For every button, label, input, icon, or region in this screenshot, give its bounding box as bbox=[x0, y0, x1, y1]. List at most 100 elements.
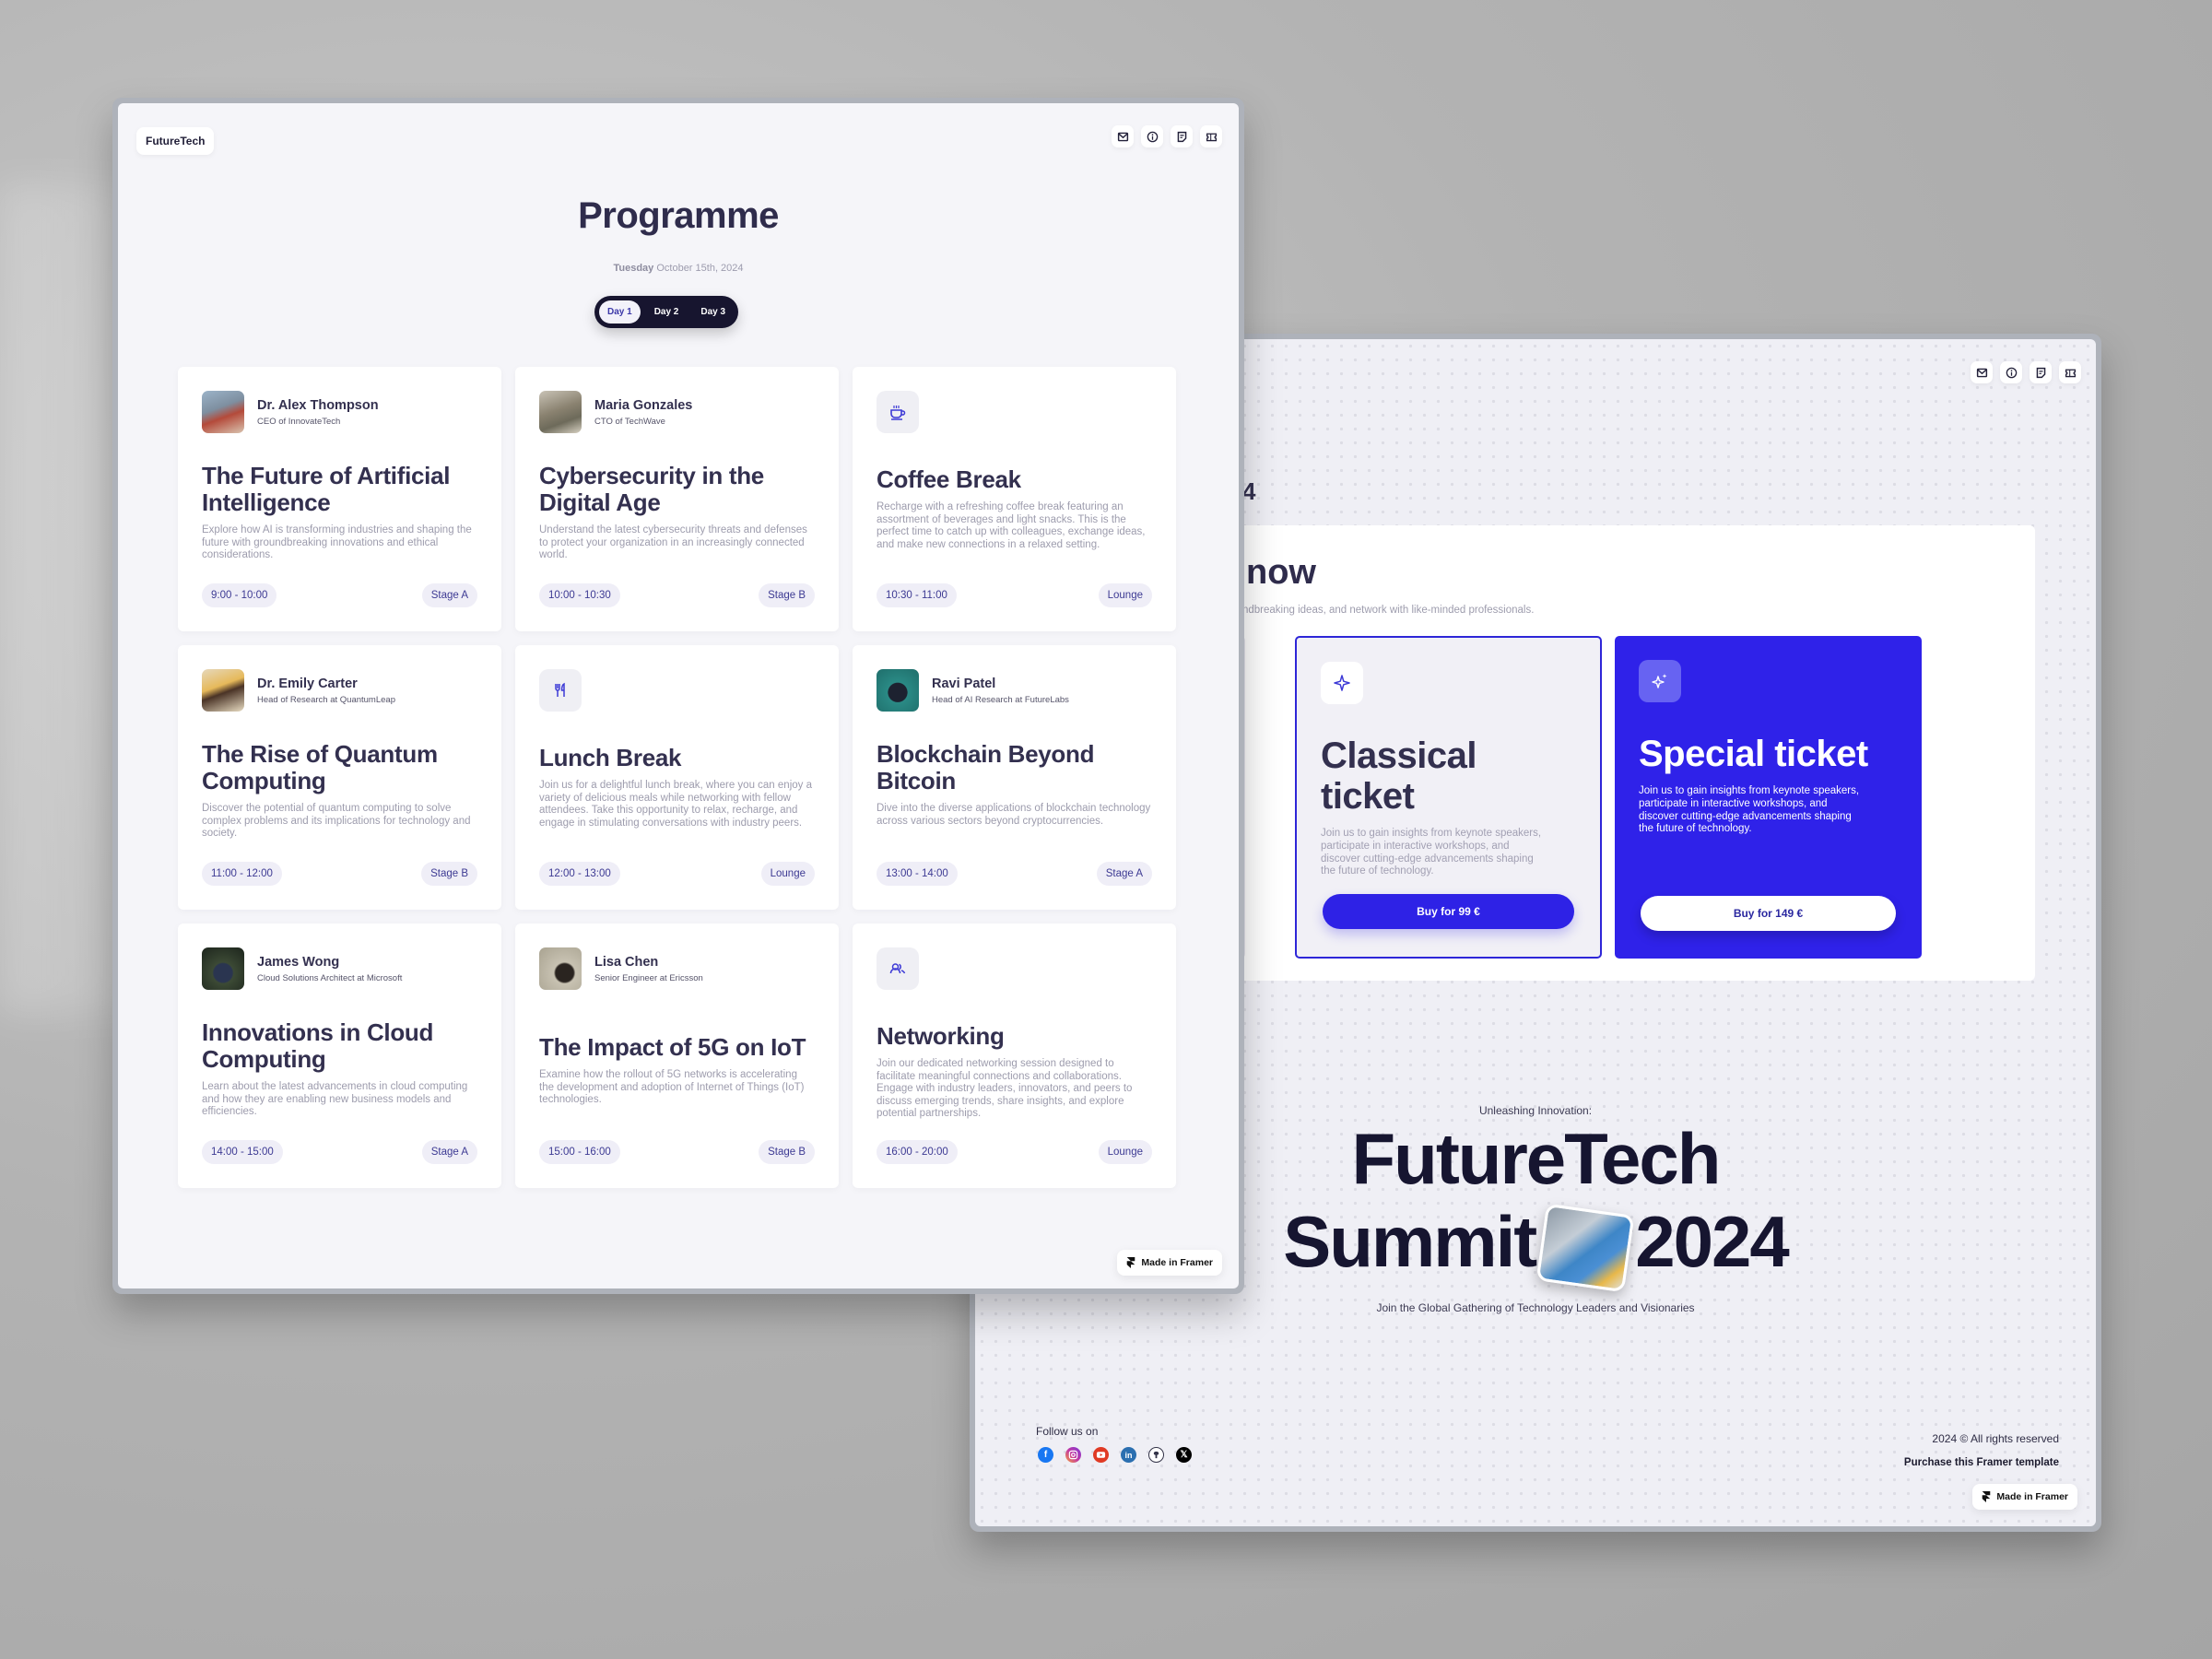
session-location: Stage B bbox=[759, 583, 815, 607]
made-in-framer-label: Made in Framer bbox=[1996, 1491, 2068, 1502]
speaker-name: Dr. Alex Thompson bbox=[257, 397, 379, 413]
ticket-name: Special ticket bbox=[1639, 734, 1868, 774]
speaker-avatar bbox=[539, 947, 582, 990]
programme-page-window: FutureTech Programme Tuesday October 15t… bbox=[112, 98, 1244, 1294]
mail-icon bbox=[1976, 368, 1987, 377]
session-description: Discover the potential of quantum comput… bbox=[202, 803, 471, 839]
speaker-name: Maria Gonzales bbox=[594, 397, 693, 413]
session-title: Innovations in Cloud Computing bbox=[202, 1018, 434, 1073]
session-title: Networking bbox=[877, 1022, 1005, 1050]
tab-day-2[interactable]: Day 2 bbox=[646, 300, 688, 324]
session-card[interactable]: Maria Gonzales CTO of TechWave Cybersecur… bbox=[515, 367, 839, 631]
top-nav-icons bbox=[1971, 361, 2081, 383]
linkedin-icon: in bbox=[1124, 1450, 1133, 1460]
buy-special-button[interactable]: Buy for 149 € bbox=[1641, 896, 1896, 931]
session-title: Cybersecurity in the Digital Age bbox=[539, 462, 764, 516]
ticket-icon bbox=[2065, 369, 2076, 377]
speaker-name: Dr. Emily Carter bbox=[257, 676, 358, 691]
session-time: 16:00 - 20:00 bbox=[877, 1140, 958, 1164]
purchase-template-link[interactable]: Purchase this Framer template bbox=[1904, 1457, 2059, 1468]
x-link[interactable]: 𝕏 bbox=[1176, 1447, 1192, 1463]
sparkle-icon bbox=[1334, 675, 1350, 691]
session-card[interactable]: James Wong Cloud Solutions Architect at M… bbox=[178, 924, 501, 1188]
hero-subtitle: Join the Global Gathering of Technology … bbox=[1376, 1301, 1695, 1314]
note-icon bbox=[1177, 131, 1186, 142]
brand-logo[interactable]: FutureTech bbox=[136, 127, 215, 155]
session-description: Learn about the latest advancements in c… bbox=[202, 1081, 468, 1117]
speaker-avatar bbox=[539, 391, 582, 433]
fork-knife-icon bbox=[555, 682, 565, 697]
notes-button[interactable] bbox=[2030, 361, 2052, 383]
github-link[interactable] bbox=[1148, 1447, 1164, 1463]
tickets-button[interactable] bbox=[2059, 361, 2081, 383]
social-links: f in 𝕏 bbox=[1038, 1447, 1192, 1463]
session-card[interactable]: Lunch Break Join us for a delightful lun… bbox=[515, 645, 839, 910]
break-icon-box bbox=[877, 391, 919, 433]
page-title-fragment: 4 bbox=[1242, 477, 1256, 505]
date-full: October 15th, 2024 bbox=[656, 263, 744, 274]
speaker-info: Ravi Patel Head of AI Research at FutureL… bbox=[877, 669, 1152, 712]
made-in-framer-badge[interactable]: Made in Framer bbox=[1117, 1250, 1222, 1276]
session-card[interactable]: Networking Join our dedicated networking… bbox=[853, 924, 1176, 1188]
facebook-icon: f bbox=[1043, 1450, 1048, 1460]
session-card[interactable]: Lisa Chen Senior Engineer at Ericsson The… bbox=[515, 924, 839, 1188]
page-title: Programme bbox=[578, 195, 779, 236]
session-description: Dive into the diverse applications of bl… bbox=[877, 803, 1151, 827]
session-card[interactable]: Dr. Alex Thompson CEO of InnovateTech The… bbox=[178, 367, 501, 631]
instagram-link[interactable] bbox=[1065, 1447, 1081, 1463]
ticket-icon bbox=[1206, 133, 1217, 141]
buy-classical-button[interactable]: Buy for 99 € bbox=[1323, 894, 1574, 929]
session-location: Stage B bbox=[421, 862, 477, 886]
mail-button[interactable] bbox=[1971, 361, 1993, 383]
speaker-info: James Wong Cloud Solutions Architect at M… bbox=[202, 947, 477, 990]
session-card[interactable]: Ravi Patel Head of AI Research at FutureL… bbox=[853, 645, 1176, 910]
facebook-link[interactable]: f bbox=[1038, 1447, 1053, 1463]
session-time: 14:00 - 15:00 bbox=[202, 1140, 283, 1164]
venue-photo bbox=[1535, 1203, 1635, 1293]
speaker-role: Head of AI Research at FutureLabs bbox=[932, 694, 1069, 705]
info-button[interactable] bbox=[2000, 361, 2022, 383]
speaker-name: James Wong bbox=[257, 954, 340, 970]
session-time: 9:00 - 10:00 bbox=[202, 583, 277, 607]
notes-button[interactable] bbox=[1171, 125, 1193, 147]
info-icon bbox=[2006, 367, 2017, 378]
linkedin-link[interactable]: in bbox=[1121, 1447, 1136, 1463]
copyright-text: 2024 © All rights reserved bbox=[1932, 1432, 2059, 1445]
tickets-heading: now bbox=[1246, 553, 1316, 592]
speaker-avatar bbox=[877, 669, 919, 712]
speaker-avatar bbox=[202, 669, 244, 712]
youtube-icon bbox=[1096, 1452, 1106, 1458]
session-time: 10:00 - 10:30 bbox=[539, 583, 620, 607]
tab-day-1[interactable]: Day 1 bbox=[599, 300, 641, 324]
instagram-icon bbox=[1068, 1450, 1078, 1460]
session-card[interactable]: Coffee Break Recharge with a refreshing … bbox=[853, 367, 1176, 631]
session-title: Coffee Break bbox=[877, 465, 1021, 493]
ticket-card-classical: Classical ticket Join us to gain insight… bbox=[1295, 636, 1602, 959]
tickets-button[interactable] bbox=[1200, 125, 1222, 147]
session-title: The Impact of 5G on IoT bbox=[539, 1033, 806, 1061]
session-time: 13:00 - 14:00 bbox=[877, 862, 958, 886]
session-title: Lunch Break bbox=[539, 744, 682, 771]
session-grid: Dr. Alex Thompson CEO of InnovateTech The… bbox=[178, 367, 1176, 1188]
follow-us-label: Follow us on bbox=[1036, 1425, 1099, 1438]
session-title: The Rise of Quantum Computing bbox=[202, 740, 438, 794]
x-icon: 𝕏 bbox=[1180, 1450, 1188, 1460]
github-icon bbox=[1153, 1451, 1159, 1459]
session-location: Lounge bbox=[760, 862, 815, 886]
session-location: Stage B bbox=[759, 1140, 815, 1164]
session-time: 10:30 - 11:00 bbox=[877, 583, 957, 607]
made-in-framer-badge[interactable]: Made in Framer bbox=[1972, 1484, 2077, 1510]
mail-button[interactable] bbox=[1112, 125, 1134, 147]
session-location: Stage A bbox=[421, 583, 477, 607]
youtube-link[interactable] bbox=[1093, 1447, 1109, 1463]
session-card[interactable]: Dr. Emily Carter Head of Research at Quan… bbox=[178, 645, 501, 910]
info-button[interactable] bbox=[1141, 125, 1163, 147]
session-description: Examine how the rollout of 5G networks i… bbox=[539, 1069, 805, 1105]
made-in-framer-label: Made in Framer bbox=[1141, 1257, 1213, 1268]
session-description: Recharge with a refreshing coffee break … bbox=[877, 501, 1146, 550]
speaker-role: CTO of TechWave bbox=[594, 416, 665, 427]
session-description: Join us for a delightful lunch break, wh… bbox=[539, 780, 812, 829]
session-location: Stage A bbox=[1096, 862, 1152, 886]
session-description: Explore how AI is transforming industrie… bbox=[202, 524, 472, 560]
tab-day-3[interactable]: Day 3 bbox=[692, 300, 734, 324]
